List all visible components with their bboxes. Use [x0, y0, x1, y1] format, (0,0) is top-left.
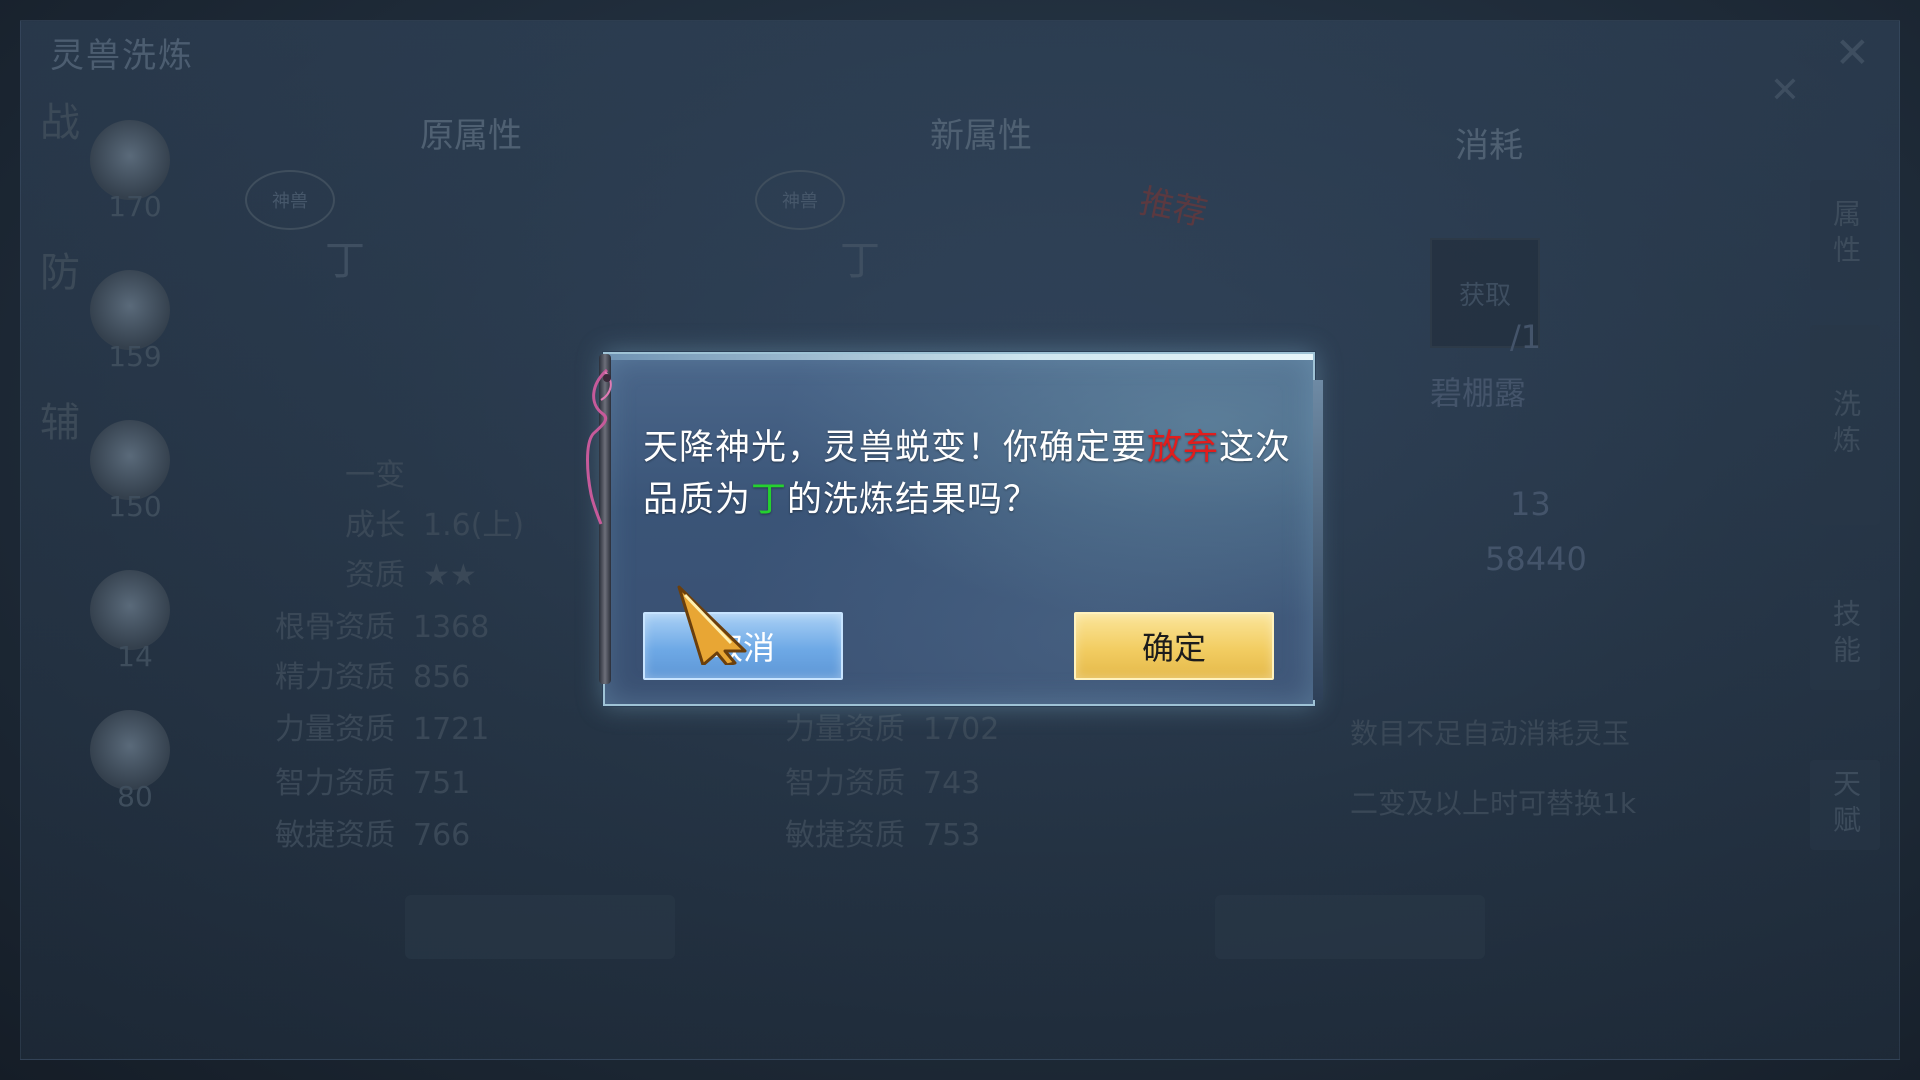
rail-item[interactable]: 14 [40, 540, 180, 680]
ribbon-icon [586, 368, 612, 525]
stat-label: 资质 [345, 558, 405, 593]
stat-row: 敏捷资质 753 [785, 810, 980, 854]
dialog-message: 天降神光，灵兽蜕变！你确定要放弃这次品质为丁的洗炼结果吗？ [643, 422, 1293, 526]
stat-label: 力量资质 [275, 712, 395, 747]
stat-row: 智力资质 751 [275, 758, 470, 802]
stat-row: 敏捷资质 766 [275, 810, 470, 854]
dialog-right-edge [1313, 380, 1323, 700]
stat-value: 753 [923, 818, 981, 853]
pet-avatar [90, 710, 170, 790]
side-tab-wash[interactable]: 洗炼 [1810, 325, 1880, 525]
stat-row: 资质 ★★ [345, 550, 477, 594]
column-original-title: 原属性 [420, 116, 522, 156]
message-part1: 天降神光，灵兽蜕变！你确定要 [643, 428, 1148, 468]
stat-label: 成长 [345, 508, 405, 543]
message-part3: 的洗炼结果吗？ [787, 480, 1040, 520]
stat-row: 力量资质 1702 [785, 704, 999, 748]
stat-value: 856 [413, 660, 471, 695]
stat-label: 一变 [345, 458, 405, 493]
pet-avatar [90, 270, 170, 350]
stat-label: 精力资质 [275, 660, 395, 695]
message-abandon-highlight: 放弃 [1147, 428, 1220, 468]
new-grade: 丁 [840, 238, 880, 284]
rail-level: 159 [108, 340, 162, 373]
replace-button[interactable] [1215, 895, 1485, 959]
side-tab-skill[interactable]: 技能 [1810, 580, 1880, 690]
stat-label: 敏捷资质 [785, 818, 905, 853]
auto-consume-note: 数目不足自动消耗灵玉 [1350, 717, 1631, 750]
stat-value: 751 [413, 766, 471, 801]
replace-note: 二变及以上时可替换1k [1350, 787, 1637, 820]
panel-title: 灵兽洗炼 [50, 36, 194, 76]
rail-item[interactable]: 辅 150 [40, 390, 180, 530]
close-icon-inner[interactable]: ✕ [1770, 70, 1800, 111]
pet-rail: 战 170 防 159 辅 150 14 80 [20, 80, 190, 840]
side-tab-attributes[interactable]: 属性 [1810, 180, 1880, 290]
stat-label: 根骨资质 [275, 610, 395, 645]
side-tab-talent[interactable]: 天赋 [1810, 760, 1880, 850]
divine-beast-badge: 神兽 [755, 170, 845, 230]
column-consume-title: 消耗 [1455, 126, 1523, 166]
rail-level: 170 [108, 190, 162, 223]
rail-tag: 防 [40, 250, 80, 296]
stat-value: 1.6(上) [423, 508, 525, 543]
close-icon[interactable]: ✕ [1835, 28, 1870, 77]
rail-tag: 战 [40, 100, 80, 146]
stat-value: 743 [923, 766, 981, 801]
stat-row: 一变 [345, 450, 405, 494]
stat-row: 成长 1.6(上) [345, 500, 524, 544]
pet-avatar [90, 570, 170, 650]
rail-level: 150 [108, 490, 162, 523]
stat-value: 766 [413, 818, 471, 853]
message-grade-highlight: 丁 [751, 480, 788, 520]
original-grade: 丁 [325, 238, 365, 284]
dialog-top-edge [605, 354, 1313, 360]
rail-level: 14 [117, 640, 153, 673]
stat-value: 1721 [413, 712, 490, 747]
stat-row: 根骨资质 1368 [275, 602, 489, 646]
consume-item-label: 获取 [1458, 280, 1511, 311]
stat-row: 智力资质 743 [785, 758, 980, 802]
stat-row: 力量资质 1721 [275, 704, 489, 748]
stat-row: 精力资质 856 [275, 652, 470, 696]
pet-avatar [90, 420, 170, 500]
stat-label: 敏捷资质 [275, 818, 395, 853]
stat-value: 1702 [923, 712, 1000, 747]
confirm-button[interactable]: 确定 [1074, 612, 1274, 680]
stat-label: 力量资质 [785, 712, 905, 747]
consume-item-name: 碧棚露 [1430, 374, 1527, 412]
stat-value: 1368 [413, 610, 490, 645]
pet-avatar [90, 120, 170, 200]
rail-tag: 辅 [40, 400, 80, 446]
stat-label: 智力资质 [275, 766, 395, 801]
divine-beast-badge: 神兽 [245, 170, 335, 230]
column-new-title: 新属性 [930, 116, 1032, 156]
consume-value-1: 13 [1510, 485, 1551, 523]
rail-item[interactable]: 防 159 [40, 240, 180, 380]
rail-item[interactable]: 80 [40, 680, 180, 820]
rail-level: 80 [117, 780, 153, 813]
consume-value-2: 58440 [1485, 540, 1587, 578]
stat-label: 智力资质 [785, 766, 905, 801]
star-rating: ★★ [423, 558, 477, 593]
wash-button[interactable] [405, 895, 675, 959]
rail-item[interactable]: 战 170 [40, 90, 180, 230]
consume-count: /1 [1510, 318, 1542, 356]
golden-arrow-cursor-icon [677, 585, 747, 665]
